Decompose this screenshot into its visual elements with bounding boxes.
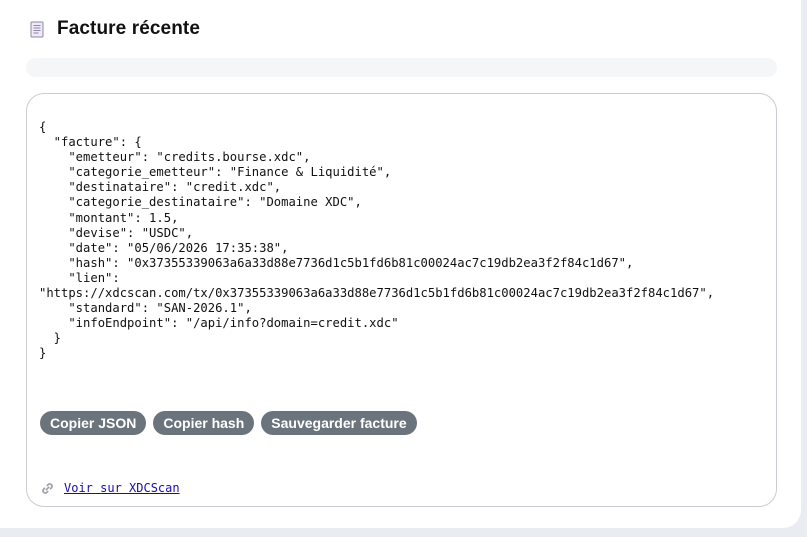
invoice-card: Facture récente { "facture": { "emetteur… [0,0,801,528]
invoice-panel: { "facture": { "emetteur": "credits.bour… [26,93,777,507]
link-icon [41,482,54,495]
copy-json-button[interactable]: Copier JSON [40,411,147,435]
copy-hash-button[interactable]: Copier hash [153,411,255,435]
card-header: Facture récente [30,16,200,42]
xdcscan-link-row: Voir sur XDCScan [41,481,180,495]
save-invoice-button[interactable]: Sauvegarder facture [261,411,417,435]
page-title: Facture récente [57,18,201,39]
progress-bar [26,58,777,77]
invoice-json: { "facture": { "emetteur": "credits.bour… [39,120,715,361]
document-icon [30,21,44,38]
xdcscan-link[interactable]: Voir sur XDCScan [64,481,180,495]
action-buttons: Copier JSON Copier hash Sauvegarder fact… [40,411,417,435]
